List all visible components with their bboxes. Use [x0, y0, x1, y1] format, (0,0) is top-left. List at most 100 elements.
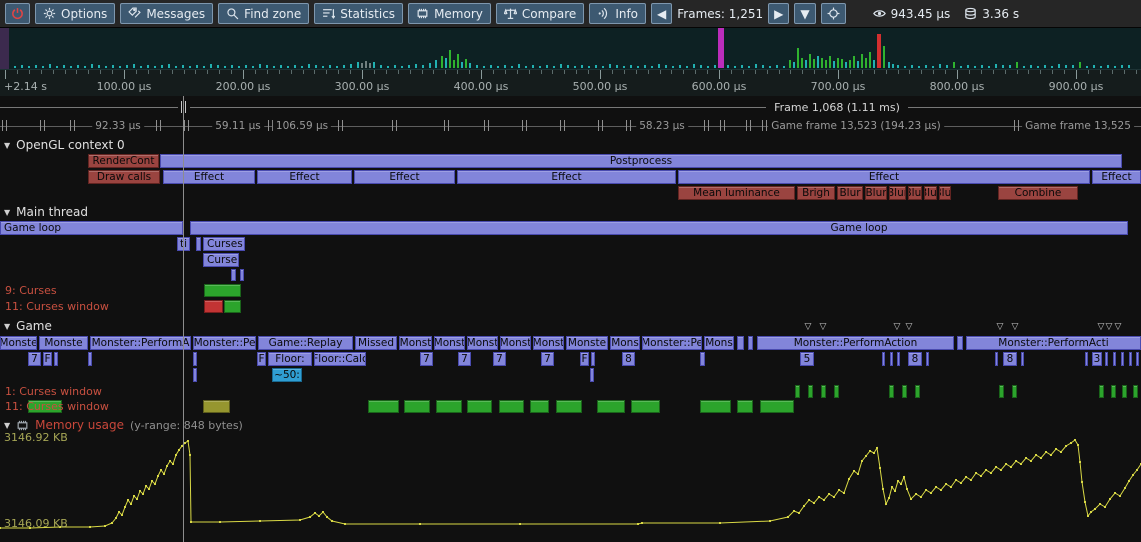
zone[interactable]: Monst [500, 336, 531, 350]
message-marker-icon[interactable]: ▽ [997, 322, 1004, 332]
zone[interactable]: Game::Replay [258, 336, 353, 350]
frame-bar[interactable] [308, 64, 310, 68]
frame-bar[interactable] [91, 64, 93, 68]
memory-button[interactable]: Memory [408, 3, 491, 24]
frame-bar[interactable] [408, 65, 410, 68]
frame-bar[interactable] [797, 48, 799, 68]
zone[interactable]: Blur [908, 186, 922, 200]
zone[interactable]: Effect [1092, 170, 1141, 184]
zone[interactable] [1111, 385, 1116, 398]
zone[interactable] [591, 352, 595, 366]
find-zone-button[interactable]: Find zone [218, 3, 309, 24]
frame-bar[interactable] [897, 65, 899, 68]
frame-bar[interactable] [387, 66, 389, 68]
subframe-label[interactable]: 58.23 μs [636, 120, 688, 132]
frame-bar[interactable] [679, 65, 681, 68]
zone[interactable] [499, 400, 524, 413]
zone[interactable]: 8 [1003, 352, 1017, 366]
frame-bar[interactable] [259, 64, 261, 68]
zone[interactable]: 7 [493, 352, 506, 366]
frame-bar[interactable] [748, 66, 750, 68]
frame-bar[interactable] [49, 64, 51, 68]
frame-bar[interactable] [21, 65, 23, 68]
frame-bar[interactable] [686, 66, 688, 68]
zone[interactable]: 7 [28, 352, 41, 366]
zone[interactable]: 7 [420, 352, 433, 366]
frame-bar[interactable] [1065, 65, 1067, 68]
zone[interactable]: Mons [704, 336, 734, 350]
frame-bar[interactable] [960, 66, 962, 68]
zone[interactable] [1099, 385, 1104, 398]
frame-bar[interactable] [42, 66, 44, 68]
frame-bar[interactable] [849, 60, 851, 68]
frame-bar[interactable] [616, 65, 618, 68]
zone[interactable]: Monste [566, 336, 608, 350]
zone[interactable]: Missed [355, 336, 397, 350]
frame-bar[interactable] [1030, 65, 1032, 68]
message-marker-icon[interactable]: ▽ [1012, 322, 1019, 332]
frame-bar[interactable] [56, 66, 58, 68]
zone[interactable] [748, 336, 753, 350]
frame-bar[interactable] [457, 54, 459, 68]
frame-bar[interactable] [918, 66, 920, 68]
message-marker-icon[interactable]: ▽ [805, 322, 812, 332]
zone[interactable]: Blur [889, 186, 906, 200]
zone[interactable] [240, 269, 244, 281]
frame-bar[interactable] [630, 65, 632, 68]
zone[interactable]: Effect [163, 170, 255, 184]
frame-bar[interactable] [252, 66, 254, 68]
frame-bar[interactable] [939, 64, 941, 68]
frame-bar[interactable] [35, 65, 37, 68]
frame-bar[interactable] [845, 62, 847, 68]
frame-bar[interactable] [953, 62, 955, 68]
frame-bar[interactable] [140, 66, 142, 68]
frame-bar[interactable] [734, 66, 736, 68]
frame-bar[interactable] [518, 64, 520, 68]
zone[interactable] [193, 368, 197, 382]
zone[interactable]: Blur [837, 186, 863, 200]
frame-bar[interactable] [70, 66, 72, 68]
frame-bar[interactable] [112, 65, 114, 68]
frame-bar[interactable] [665, 65, 667, 68]
zone[interactable]: Effect [457, 170, 676, 184]
frame-bar[interactable] [1079, 62, 1081, 68]
message-marker-icon[interactable]: ▽ [1115, 322, 1122, 332]
frame-bar[interactable] [1002, 65, 1004, 68]
frame-bar[interactable] [401, 66, 403, 68]
zone[interactable] [700, 352, 705, 366]
zone[interactable] [88, 352, 92, 366]
frame-bar[interactable] [394, 65, 396, 68]
zone[interactable] [890, 352, 893, 366]
zone[interactable]: Monster::PerformAction [757, 336, 954, 350]
zone[interactable]: Monst [467, 336, 498, 350]
message-marker-icon[interactable]: ▽ [1106, 322, 1113, 332]
frame-bar[interactable] [126, 65, 128, 68]
frame-bar[interactable] [336, 66, 338, 68]
zone[interactable] [368, 400, 399, 413]
zone[interactable]: F [257, 352, 266, 366]
zone[interactable] [597, 400, 625, 413]
frame-bar[interactable] [453, 60, 455, 68]
frame-bar[interactable] [465, 59, 467, 68]
zone[interactable]: 3 [1092, 352, 1102, 366]
frame-bar[interactable] [525, 66, 527, 68]
zone[interactable]: Floor: [268, 352, 312, 366]
frame-bar[interactable] [1058, 64, 1060, 68]
zone[interactable]: Monster::Pe [642, 336, 702, 350]
frame-bar[interactable] [511, 66, 513, 68]
frame-bar[interactable] [343, 65, 345, 68]
frame-bar[interactable] [1121, 65, 1123, 68]
frame-bar[interactable] [490, 65, 492, 68]
frame-bar[interactable] [809, 54, 811, 68]
zone[interactable] [590, 368, 594, 382]
subframe-label[interactable]: 59.11 μs [212, 120, 264, 132]
frame-bar[interactable] [813, 59, 815, 68]
zone[interactable] [193, 352, 197, 366]
collapse-arrow-icon[interactable]: ▼ [4, 208, 10, 217]
go-to-frame-button[interactable] [821, 3, 846, 24]
frame-bar[interactable] [365, 61, 367, 68]
frame-bar[interactable] [637, 66, 639, 68]
frame-bar[interactable] [567, 65, 569, 68]
frame-bar[interactable] [476, 65, 478, 68]
zone[interactable] [926, 352, 929, 366]
